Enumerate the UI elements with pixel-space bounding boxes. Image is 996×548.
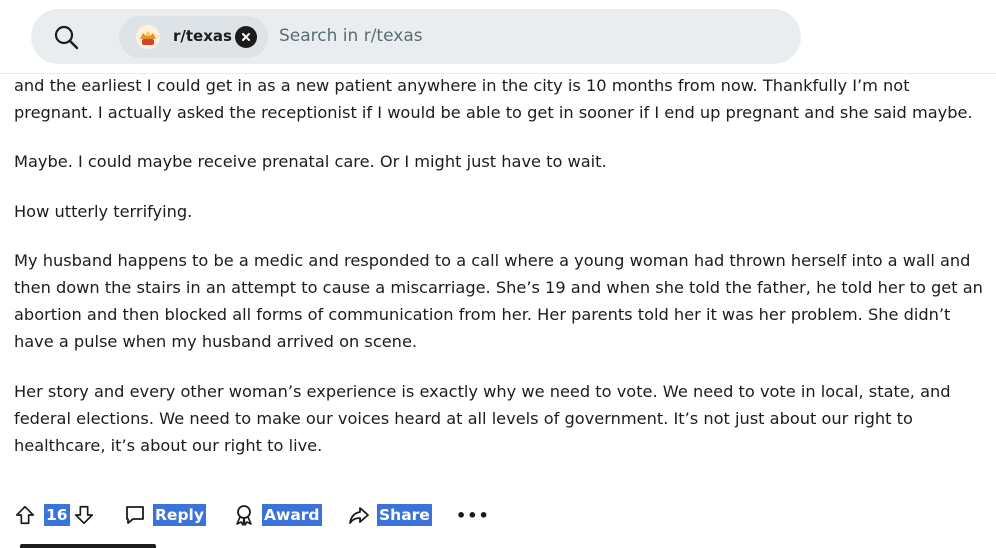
share-button[interactable]: Share: [347, 500, 432, 530]
more-options-icon: •••: [456, 505, 490, 525]
search-bar[interactable]: r/texas: [31, 9, 801, 64]
subreddit-avatar-icon: [136, 25, 160, 49]
search-input[interactable]: [279, 22, 779, 50]
comment-paragraph: Her story and every other woman’s experi…: [14, 381, 951, 456]
top-bar: r/texas: [0, 0, 996, 74]
comment-body: and the earliest I could get in as a new…: [14, 72, 992, 481]
vote-count: 16: [44, 500, 70, 530]
close-icon[interactable]: [235, 26, 257, 48]
downvote-button[interactable]: [73, 500, 95, 530]
award-label: Award: [262, 504, 322, 526]
comment-action-bar: 16 Reply Award Share •••: [0, 500, 996, 530]
comment-bubble-icon: [126, 506, 144, 524]
next-comment-edge: [20, 544, 156, 548]
reply-label: Reply: [153, 504, 206, 526]
upvote-arrow-icon: [15, 505, 35, 525]
comment-paragraph: Maybe. I could maybe receive prenatal ca…: [14, 152, 607, 172]
search-icon[interactable]: [53, 24, 79, 50]
reply-button[interactable]: Reply: [123, 500, 206, 530]
comment-paragraph: and the earliest I could get in as a new…: [14, 76, 973, 123]
award-button[interactable]: Award: [232, 500, 322, 530]
comment-paragraph: My husband happens to be a medic and res…: [14, 250, 983, 352]
comment-paragraph: How utterly terrifying.: [14, 201, 193, 221]
community-chip[interactable]: r/texas: [119, 16, 268, 58]
vote-count-label: 16: [44, 504, 70, 526]
award-ribbon-icon: [236, 505, 252, 526]
more-options-button[interactable]: •••: [456, 500, 490, 530]
community-chip-label: r/texas: [173, 27, 232, 45]
downvote-arrow-icon: [74, 505, 94, 525]
share-arrow-icon: [349, 507, 369, 524]
share-label: Share: [377, 504, 432, 526]
upvote-button[interactable]: [14, 500, 36, 530]
